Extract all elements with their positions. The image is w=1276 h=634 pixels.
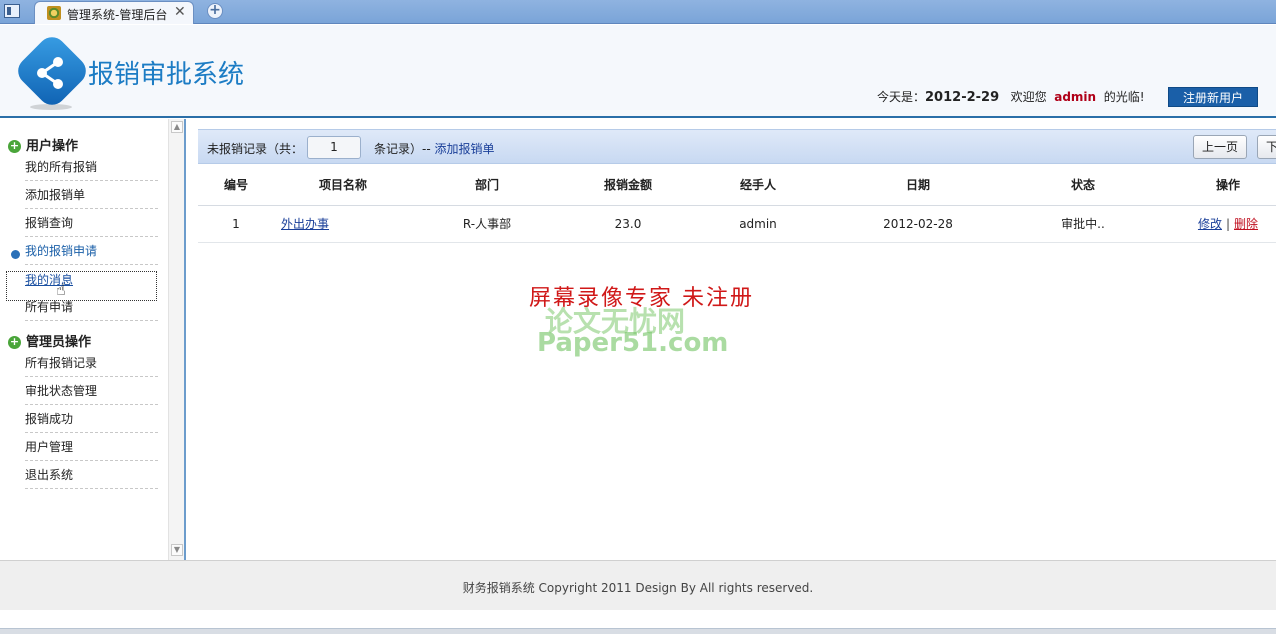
table-header-row: 编号 项目名称 部门 报销金额 经手人 日期 状态 操作 bbox=[198, 174, 1276, 206]
record-count-field[interactable]: 1 bbox=[307, 136, 361, 159]
add-expense-link[interactable]: 添加报销单 bbox=[435, 142, 495, 156]
welcome-suffix: 的光临! bbox=[1103, 90, 1145, 104]
toolbar-suffix-text: 条记录）-- bbox=[374, 142, 431, 156]
watermark-recorder: 屏幕录像专家 未注册 bbox=[529, 286, 754, 311]
toolbar-label: 未报销记录（共： bbox=[207, 142, 304, 156]
window-bottom-edge bbox=[0, 628, 1276, 634]
sidebar-section-label: 管理员操作 bbox=[26, 335, 92, 350]
sidebar-item-all-applications[interactable]: 所有申请 bbox=[25, 297, 158, 321]
new-tab-icon[interactable]: + bbox=[207, 3, 223, 19]
column-header-amount: 报销金额 bbox=[603, 178, 652, 192]
page-header: 报销审批系统 今天是：2012-2-29 欢迎您 admin 的光临! 注册新用… bbox=[0, 25, 1276, 118]
today-date: 2012-2-29 bbox=[925, 90, 1000, 105]
sidebar-section-label: 用户操作 bbox=[26, 139, 79, 154]
expand-plus-icon: + bbox=[8, 335, 21, 349]
scroll-down-icon[interactable]: ▼ bbox=[171, 544, 183, 556]
sidebar: + 用户操作 我的所有报销 添加报销单 报销查询 我的报销申请 我的消息 所有申请… bbox=[0, 119, 186, 560]
edit-link[interactable]: 修改 bbox=[1198, 217, 1222, 231]
table-row: 1 外出办事 R-人事部 23.0 admin 2012-02-28 审批中..… bbox=[198, 206, 1276, 243]
active-bullet-icon bbox=[11, 250, 20, 259]
sidebar-section-user[interactable]: + 用户操作 bbox=[8, 135, 78, 154]
sidebar-item-add-expense[interactable]: 添加报销单 bbox=[25, 185, 158, 209]
action-separator: | bbox=[1225, 217, 1231, 231]
register-user-button[interactable]: 注册新用户 bbox=[1168, 87, 1258, 107]
sidebar-item-logout[interactable]: 退出系统 bbox=[25, 465, 158, 489]
sidebar-item-all-expense-records[interactable]: 所有报销记录 bbox=[25, 353, 158, 377]
share-icon bbox=[37, 57, 63, 89]
column-header-status: 状态 bbox=[1070, 178, 1095, 192]
toolbar-suffix: 条记录）-- 添加报销单 bbox=[374, 140, 495, 157]
tab-title: 管理系统-管理后台 bbox=[67, 8, 168, 22]
welcome-username: admin bbox=[1054, 90, 1097, 104]
browser-tab-active[interactable]: 管理系统-管理后台 ✕ bbox=[34, 1, 194, 24]
column-header-actions: 操作 bbox=[1215, 178, 1240, 192]
sidebar-item-my-messages[interactable]: 我的消息 bbox=[25, 270, 158, 294]
site-favicon-icon bbox=[47, 6, 61, 20]
sidebar-item-expense-success[interactable]: 报销成功 bbox=[25, 409, 158, 433]
next-page-button[interactable]: 下 bbox=[1257, 135, 1276, 159]
cell-actions: 修改 | 删除 bbox=[1178, 206, 1276, 242]
sidebar-item-my-applications[interactable]: 我的报销申请 bbox=[25, 241, 158, 265]
sidebar-item-approval-status[interactable]: 审批状态管理 bbox=[25, 381, 158, 405]
delete-link[interactable]: 删除 bbox=[1234, 217, 1258, 231]
cell-status: 审批中.. bbox=[1061, 217, 1105, 231]
tab-list-icon[interactable] bbox=[4, 4, 20, 18]
sidebar-scrollbar[interactable]: ▲ ▼ bbox=[168, 119, 184, 560]
sidebar-item-user-management[interactable]: 用户管理 bbox=[25, 437, 158, 461]
today-label: 今天是： bbox=[877, 90, 926, 104]
sidebar-section-admin[interactable]: + 管理员操作 bbox=[8, 331, 91, 350]
welcome-prefix: 欢迎您 bbox=[1010, 90, 1047, 104]
system-title: 报销审批系统 bbox=[88, 60, 245, 90]
cell-date: 2012-02-28 bbox=[883, 217, 953, 231]
column-header-handler: 经手人 bbox=[739, 178, 776, 192]
copyright-text: 财务报销系统 Copyright 2011 Design By All righ… bbox=[462, 581, 814, 595]
column-header-date: 日期 bbox=[905, 178, 930, 192]
main-content: 未报销记录（共： 1 条记录）-- 添加报销单 上一页 下 编号 项目名称 部门… bbox=[188, 119, 1276, 560]
cell-project-name-link[interactable]: 外出办事 bbox=[278, 206, 408, 242]
expand-plus-icon: + bbox=[8, 139, 21, 153]
cell-id: 1 bbox=[232, 217, 240, 231]
records-toolbar: 未报销记录（共： 1 条记录）-- 添加报销单 上一页 下 bbox=[198, 129, 1276, 164]
cell-handler: admin bbox=[739, 217, 777, 231]
close-icon[interactable]: ✕ bbox=[174, 4, 186, 20]
page-footer: 财务报销系统 Copyright 2011 Design By All righ… bbox=[0, 560, 1276, 610]
sidebar-item-my-all-expenses[interactable]: 我的所有报销 bbox=[25, 157, 158, 181]
column-header-name: 项目名称 bbox=[318, 178, 367, 192]
browser-tab-strip: 管理系统-管理后台 ✕ + bbox=[0, 0, 1276, 24]
watermark-site-url: Paper51.com bbox=[537, 328, 729, 358]
scroll-up-icon[interactable]: ▲ bbox=[171, 121, 183, 133]
cell-dept: R-人事部 bbox=[462, 217, 512, 231]
hand-cursor-icon: ☝ bbox=[56, 280, 66, 299]
column-header-dept: 部门 bbox=[474, 178, 499, 192]
prev-page-button[interactable]: 上一页 bbox=[1193, 135, 1247, 159]
sidebar-item-expense-query[interactable]: 报销查询 bbox=[25, 213, 158, 237]
column-header-id: 编号 bbox=[223, 178, 248, 192]
today-info: 今天是：2012-2-29 欢迎您 admin 的光临! bbox=[877, 88, 1145, 105]
cell-amount: 23.0 bbox=[614, 217, 642, 231]
